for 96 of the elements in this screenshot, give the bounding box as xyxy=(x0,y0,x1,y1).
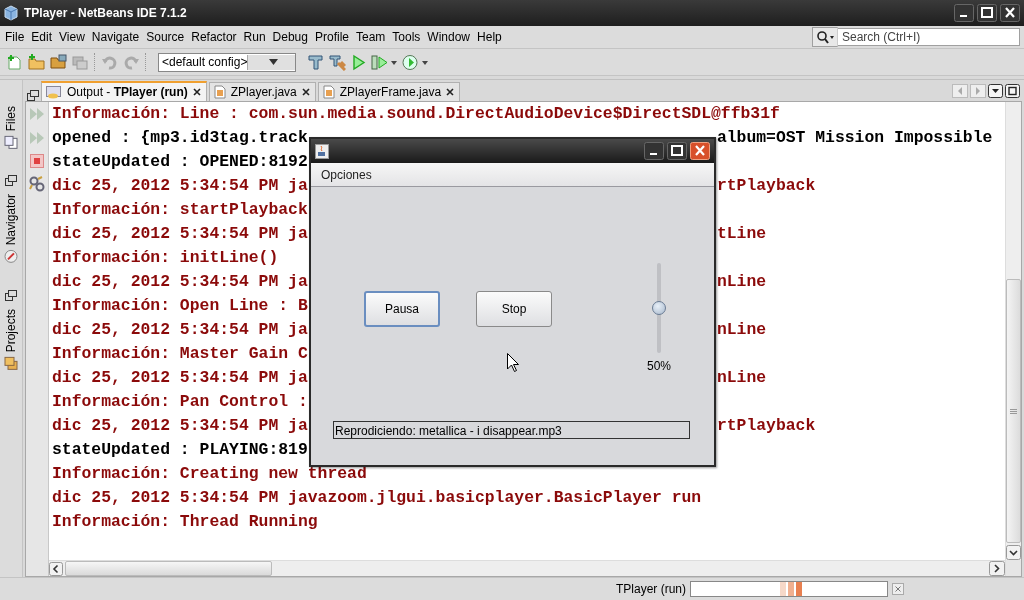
scroll-right-icon[interactable] xyxy=(989,561,1005,576)
close-icon[interactable] xyxy=(301,88,310,96)
menu-item[interactable]: Profile xyxy=(315,30,356,44)
menu-item[interactable]: Navigate xyxy=(91,30,147,44)
log-line: Información: Creating new thread xyxy=(52,463,367,485)
log-line: nLine xyxy=(716,319,767,341)
volume-reading: 50% xyxy=(647,359,671,373)
horizontal-scrollbar[interactable] xyxy=(49,560,1005,576)
maximize-button[interactable] xyxy=(667,142,687,160)
projects-icon xyxy=(4,356,18,371)
log-line: dic 25, 2012 5:34:54 PM ja xyxy=(52,223,308,245)
log-line: Información: startPlayback xyxy=(52,199,308,221)
menu-item[interactable]: Source xyxy=(146,30,192,44)
log-line: rtPlayback xyxy=(716,415,816,437)
stop-icon[interactable] xyxy=(30,154,44,168)
menu-item[interactable]: Refactor xyxy=(191,30,244,44)
task-label: TPlayer (run) xyxy=(616,582,686,596)
log-line: Información: Open Line : B xyxy=(52,295,308,317)
restore-window-icon[interactable] xyxy=(27,90,39,101)
menu-item[interactable]: Edit xyxy=(31,30,60,44)
profile-icon[interactable] xyxy=(402,53,428,71)
log-line: Información: Line : com.sun.media.sound.DirectAudioDevice$DirectSDL@ffb31f xyxy=(52,103,780,125)
log-line: stateUpdated : OPENED:8192 xyxy=(52,151,308,173)
minimize-button[interactable] xyxy=(644,142,664,160)
log-line: stateUpdated : PLAYING:819 xyxy=(52,439,308,461)
vertical-scrollbar[interactable] xyxy=(1005,102,1021,560)
log-line: rtPlayback xyxy=(716,175,816,197)
log-line: tLine xyxy=(716,223,767,245)
menu-item[interactable]: Help xyxy=(477,30,509,44)
java-file-icon xyxy=(322,85,335,99)
grip-icon xyxy=(1010,408,1017,414)
side-tab[interactable]: Navigator xyxy=(4,192,18,266)
console-icon xyxy=(46,85,62,99)
search-field[interactable]: Search (Ctrl+I) xyxy=(838,28,1020,46)
pause-button[interactable]: Pausa xyxy=(364,291,440,327)
log-line: Información: Pan Control : xyxy=(52,391,308,413)
restore-window-icon[interactable] xyxy=(5,289,17,301)
cursor-icon xyxy=(507,353,519,372)
log-line: Información: Thread Running xyxy=(52,511,318,533)
log-line: album=OST Mission Impossible xyxy=(716,127,993,149)
maximize-button[interactable] xyxy=(977,4,997,22)
new-file-icon[interactable] xyxy=(6,53,23,71)
java-file-icon xyxy=(213,85,226,99)
scroll-left-icon[interactable] xyxy=(49,561,63,576)
menu-item[interactable]: Tools xyxy=(392,30,428,44)
config-dropdown[interactable]: <default config> xyxy=(158,52,296,72)
settings-icon[interactable] xyxy=(29,176,45,192)
log-line: dic 25, 2012 5:34:54 PM ja xyxy=(52,415,308,437)
log-line: dic 25, 2012 5:34:54 PM ja xyxy=(52,271,308,293)
compass-icon xyxy=(4,249,18,264)
menu-item[interactable]: Debug xyxy=(272,30,315,44)
side-tab[interactable]: Files xyxy=(4,104,18,152)
side-tab[interactable]: Projects xyxy=(4,306,18,373)
log-line: dic 25, 2012 5:34:54 PM javazoom.jlgui.basicplayer.BasicPlayer run xyxy=(52,487,702,509)
dropdown-button[interactable] xyxy=(988,83,1003,98)
log-line: nLine xyxy=(716,271,767,293)
menu-item[interactable]: Window xyxy=(427,30,478,44)
hammer-icon[interactable] xyxy=(307,53,324,71)
run-icon[interactable] xyxy=(351,53,366,71)
menu-item[interactable]: Run xyxy=(243,30,273,44)
log-line: dic 25, 2012 5:34:54 PM ja xyxy=(52,367,308,389)
minimize-button[interactable] xyxy=(954,4,974,22)
java-cup-icon xyxy=(315,143,329,159)
log-line: opened : {mp3.id3tag.track xyxy=(52,127,308,149)
debug-icon[interactable] xyxy=(371,53,397,71)
search-icon[interactable] xyxy=(816,30,834,44)
tab[interactable]: Output - TPlayer (run) xyxy=(41,81,207,101)
tab[interactable]: ZPlayerFrame.java xyxy=(317,82,461,101)
window-title: TPlayer - NetBeans IDE 7.1.2 xyxy=(24,6,188,20)
log-line: nLine xyxy=(716,367,767,389)
menu-item[interactable]: Team xyxy=(356,30,393,44)
slider-thumb[interactable] xyxy=(652,301,666,315)
menu-item[interactable]: Opciones xyxy=(321,167,372,182)
stop-button[interactable]: Stop xyxy=(476,291,552,327)
volume-slider[interactable] xyxy=(651,263,667,353)
cancel-button[interactable] xyxy=(892,583,904,595)
log-line: dic 25, 2012 5:34:54 PM ja xyxy=(52,319,308,341)
status-field: Reprodiciendo: metallica - i disappear.mp3 xyxy=(333,421,690,439)
log-line: Información: initLine() xyxy=(52,247,279,269)
close-icon[interactable] xyxy=(192,88,201,96)
files-icon xyxy=(4,135,18,150)
close-icon[interactable] xyxy=(446,88,455,96)
menu-item[interactable]: View xyxy=(59,30,92,44)
log-line: dic 25, 2012 5:34:54 PM ja xyxy=(52,175,308,197)
log-line: Información: Master Gain C xyxy=(52,343,308,365)
menu-item[interactable]: File xyxy=(5,30,32,44)
restore-window-icon[interactable] xyxy=(5,175,17,187)
tab[interactable]: ZPlayer.java xyxy=(208,82,316,101)
close-button[interactable] xyxy=(1000,4,1020,22)
maximize-button[interactable] xyxy=(1005,83,1020,98)
app-icon xyxy=(4,5,18,21)
scroll-down-icon[interactable] xyxy=(1006,545,1021,560)
dropdown-arrow-icon xyxy=(268,59,278,65)
new-folder-icon[interactable] xyxy=(28,53,45,71)
open-folder-icon[interactable] xyxy=(50,53,67,71)
hammer-broom-icon[interactable] xyxy=(329,53,346,71)
